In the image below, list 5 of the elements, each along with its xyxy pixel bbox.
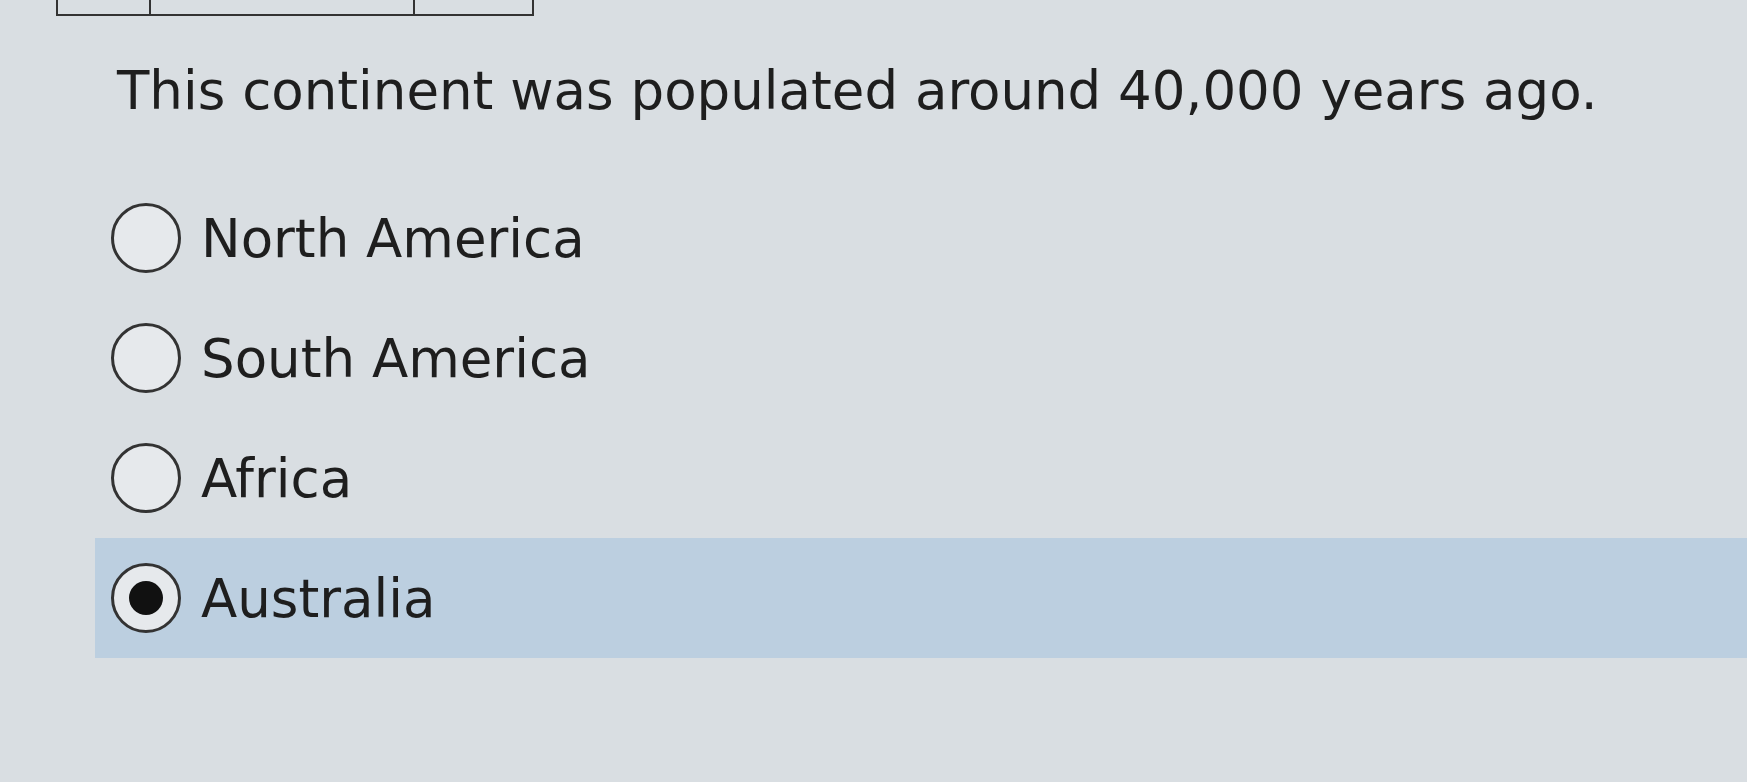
option-label[interactable]: Australia [201, 567, 436, 629]
option-label[interactable]: South America [201, 327, 591, 389]
option-label[interactable]: North America [201, 207, 585, 269]
question-text: This continent was populated around 40,000 years ago. [117, 59, 1599, 123]
option-label[interactable]: Africa [201, 447, 353, 509]
